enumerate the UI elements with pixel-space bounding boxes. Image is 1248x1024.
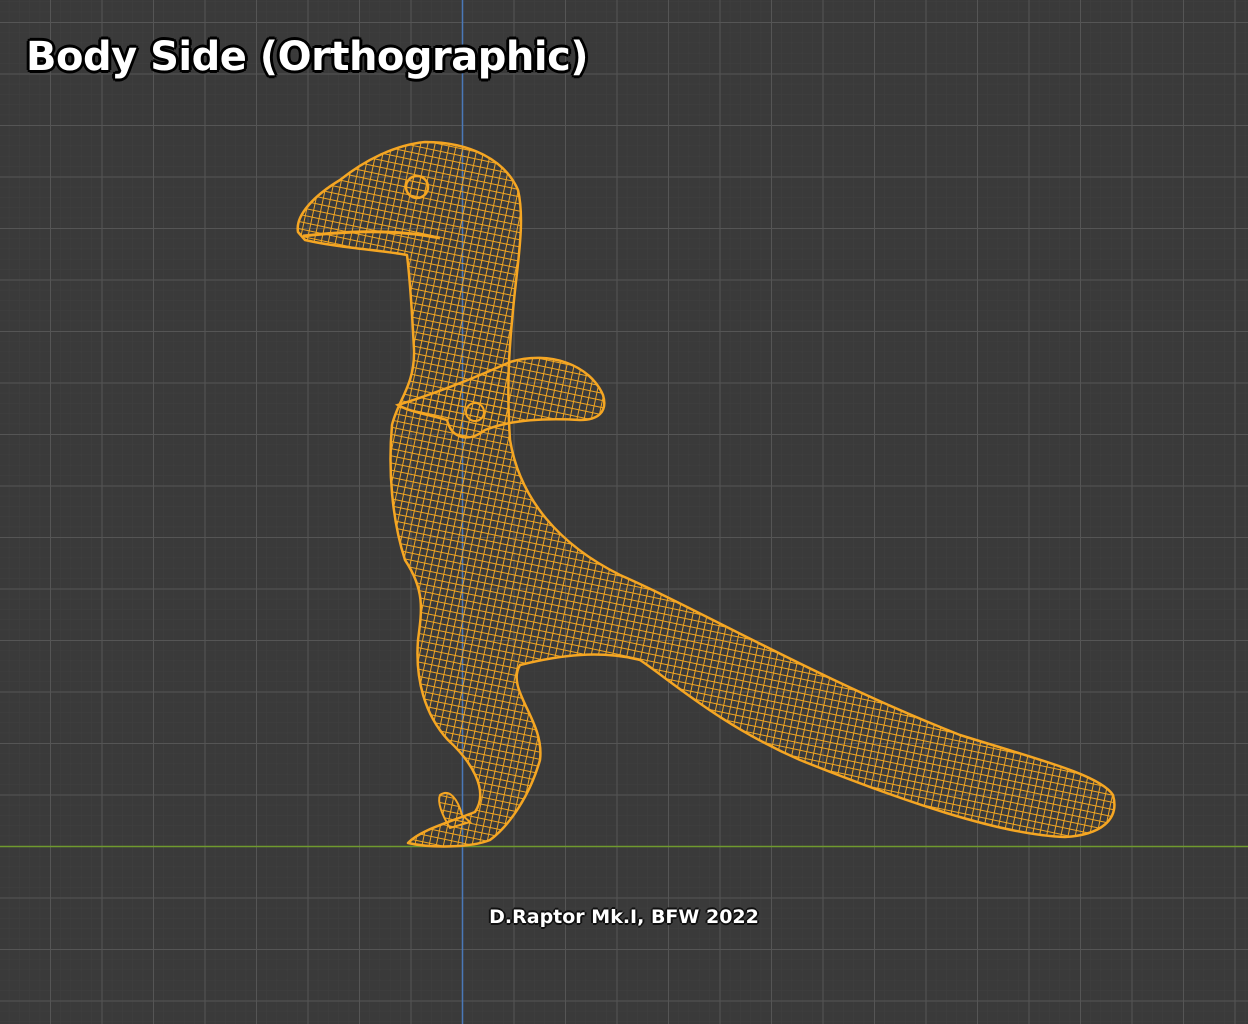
raptor-eye: [404, 174, 430, 200]
viewport-title: Body Side (Orthographic): [26, 34, 589, 80]
model-caption: D.Raptor Mk.I, BFW 2022: [489, 906, 759, 928]
3d-viewport[interactable]: [0, 0, 1248, 1024]
major-grid: [0, 0, 1248, 1024]
